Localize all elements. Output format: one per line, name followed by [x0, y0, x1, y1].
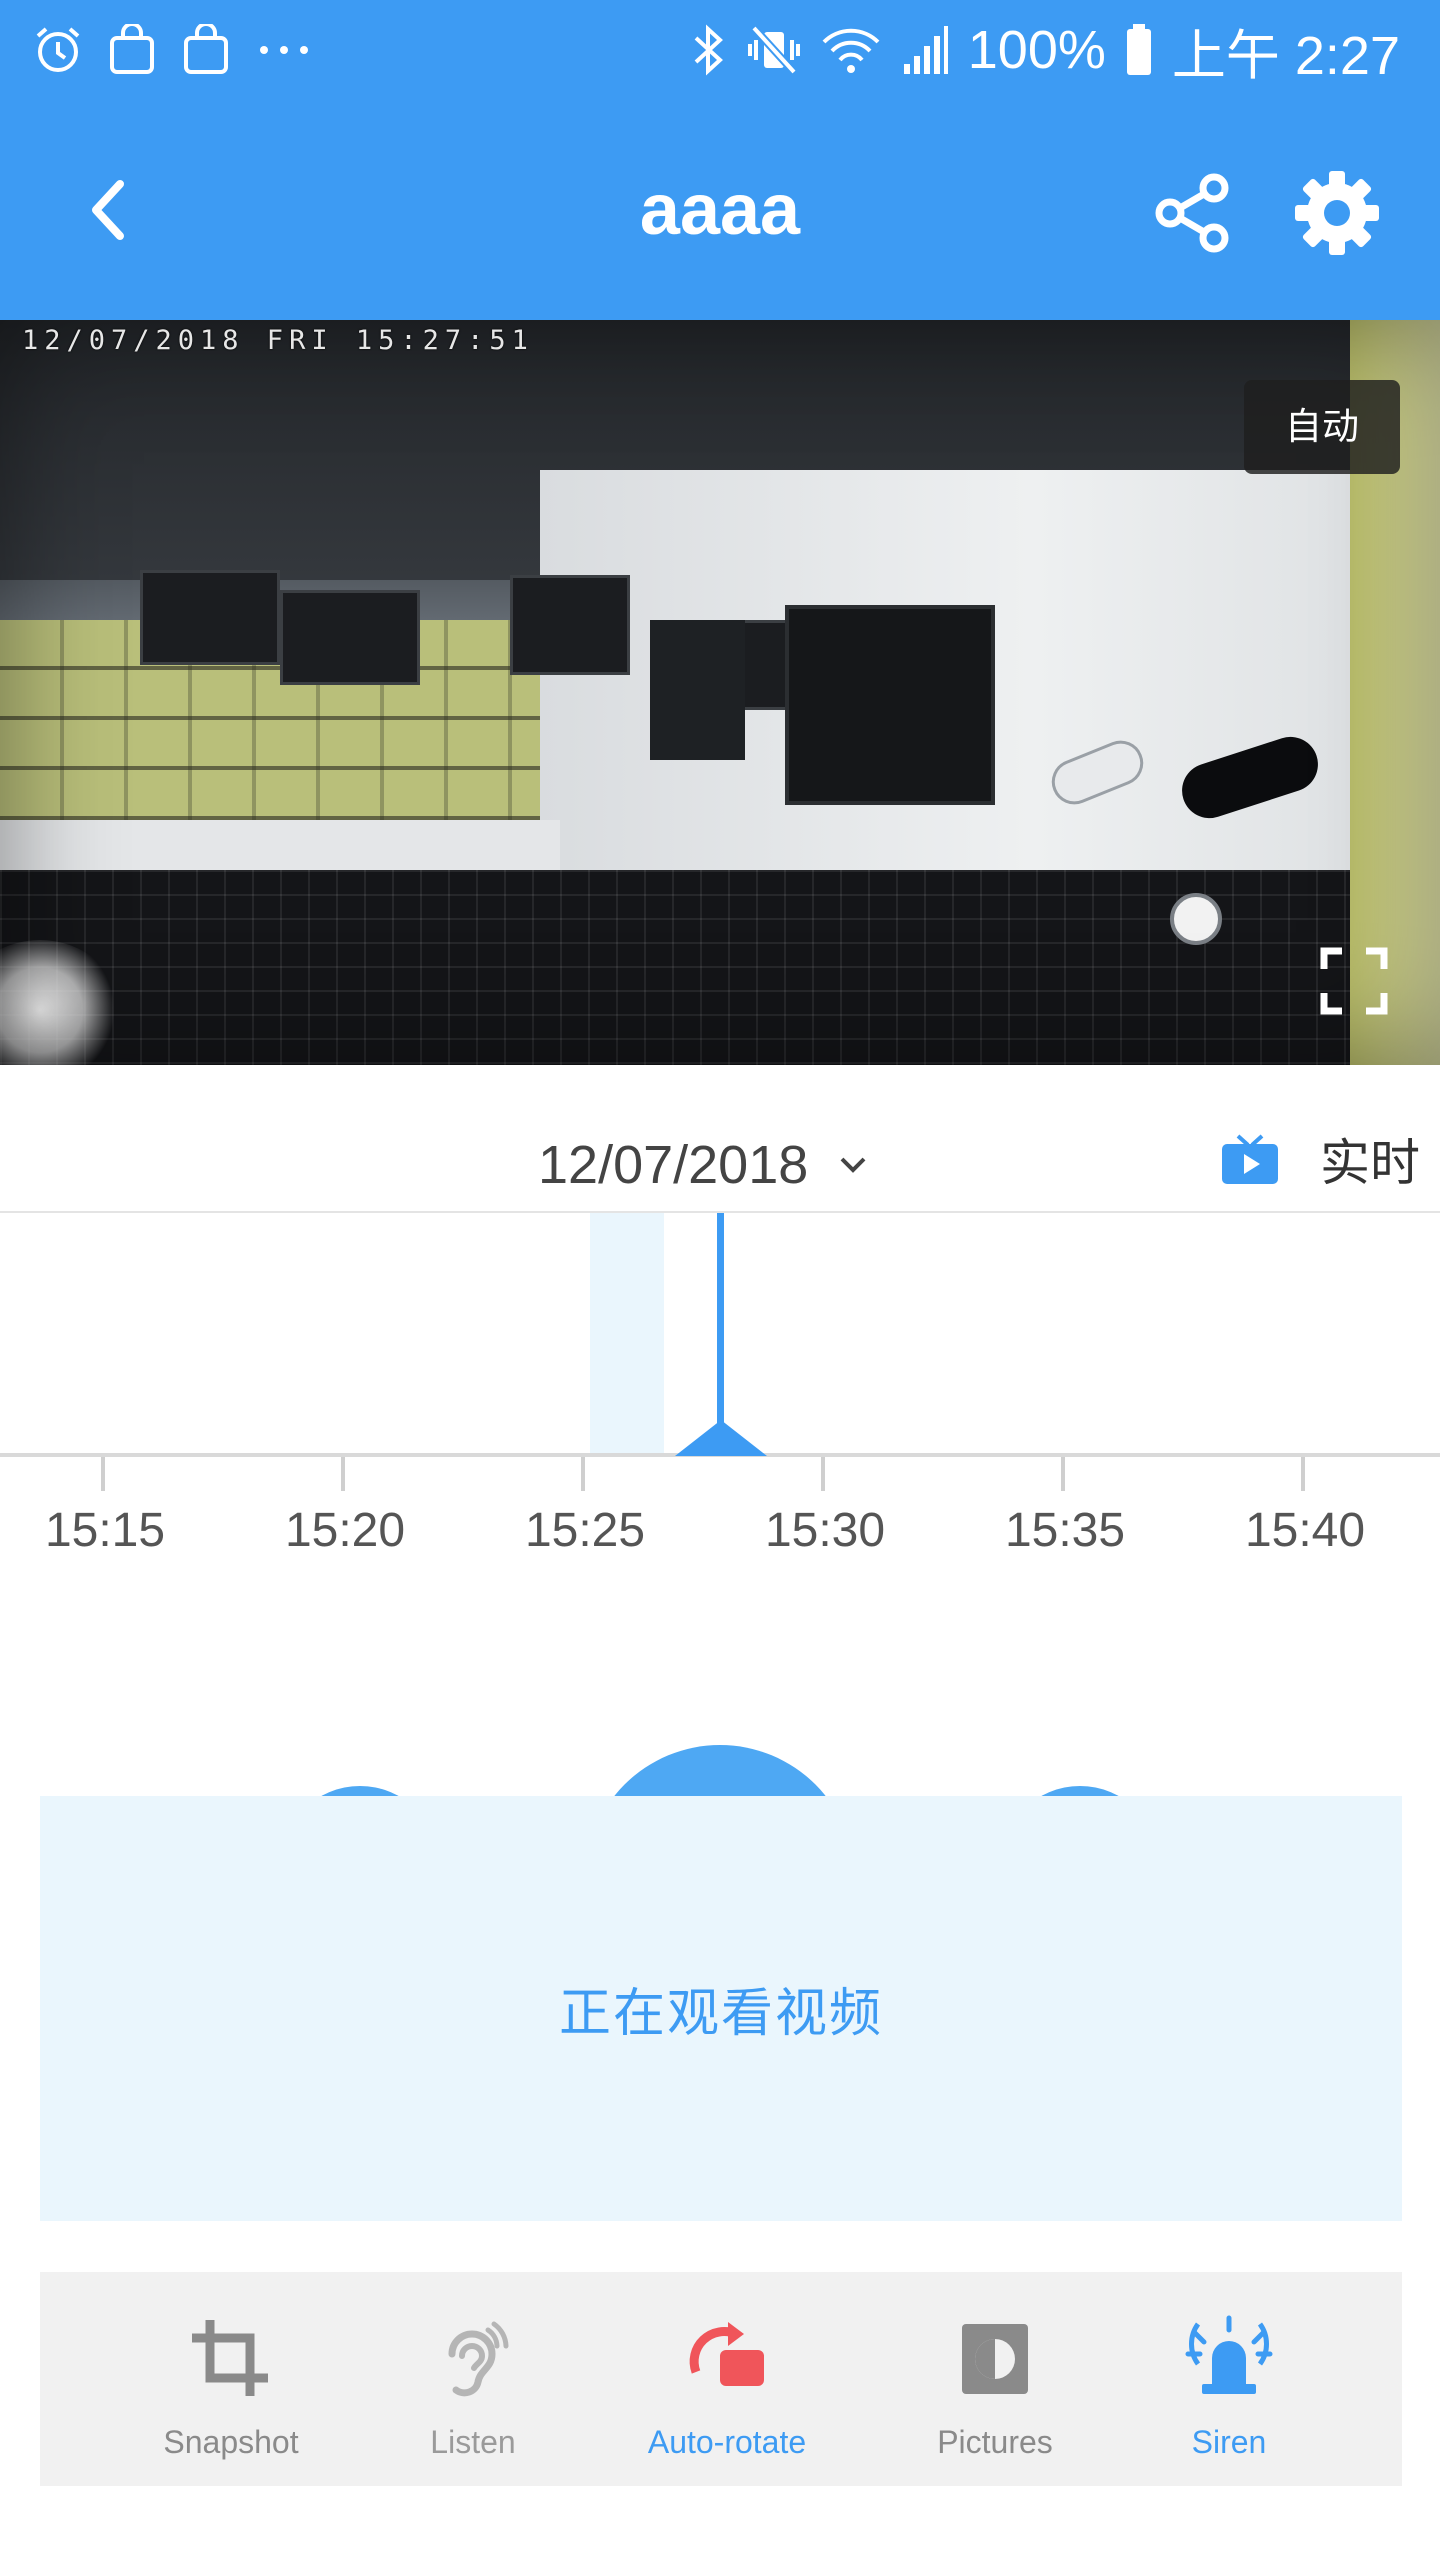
- app-bar: aaaa: [0, 100, 1440, 320]
- auto-rotate-label: Auto-rotate: [647, 2424, 807, 2460]
- shopping-bag-icon: [180, 24, 232, 76]
- gear-icon: [1295, 171, 1379, 255]
- quality-mode-button[interactable]: 自动: [1244, 380, 1400, 474]
- camera-scene-clock: [1170, 893, 1222, 945]
- camera-scene-tv-small: [650, 620, 745, 760]
- timeline-tick-label: 15:30: [764, 1504, 886, 1557]
- camera-timestamp-overlay: 12/07/2018 FRI 15:27:51: [22, 325, 534, 356]
- back-button[interactable]: [70, 170, 150, 250]
- battery-percent: 100%: [967, 20, 1106, 80]
- camera-scene-monitor: [280, 590, 420, 685]
- vibrate-mute-icon: [746, 22, 802, 78]
- battery-icon: [1124, 22, 1154, 78]
- status-right: 100% 上午 2:27: [688, 11, 1400, 90]
- timeline-tick: [821, 1457, 825, 1491]
- recording-segment[interactable]: [590, 1213, 664, 1453]
- camera-scene-tv: [785, 605, 995, 805]
- siren-icon: [1185, 2315, 1273, 2394]
- camera-video-view[interactable]: 12/07/2018 FRI 15:27:51 自动: [0, 320, 1440, 1065]
- clock-time: 上午 2:27: [1171, 25, 1400, 86]
- live-label: 实时: [1320, 1135, 1420, 1191]
- status-bar: 100% 上午 2:27: [0, 0, 1440, 100]
- timeline-tick: [101, 1457, 105, 1491]
- listen-label: Listen: [430, 2424, 516, 2460]
- crop-icon: [192, 2320, 268, 2396]
- watching-video-panel: 正在观看视频: [40, 1796, 1402, 2221]
- date-row: 12/07/2018 实时: [0, 1065, 1440, 1213]
- bluetooth-icon: [688, 22, 728, 78]
- snapshot-button[interactable]: Snapshot: [121, 2272, 341, 2486]
- alarm-icon: [32, 24, 84, 76]
- share-icon: [1155, 173, 1229, 253]
- timeline-tick: [581, 1457, 585, 1491]
- fullscreen-icon: [1320, 947, 1388, 1015]
- pictures-icon: [962, 2324, 1028, 2394]
- camera-scene-monitor: [510, 575, 630, 675]
- live-button[interactable]: 实时: [1220, 1119, 1420, 1199]
- signal-icon: [900, 22, 950, 78]
- timeline-tick: [341, 1457, 345, 1491]
- timeline-tick-label: 15:15: [44, 1504, 166, 1557]
- timeline-tick-label: 15:20: [284, 1504, 406, 1557]
- share-button[interactable]: [1148, 168, 1238, 258]
- camera-scene-floor: [0, 870, 1440, 1065]
- siren-button[interactable]: Siren: [1119, 2272, 1339, 2486]
- status-left: [32, 24, 314, 76]
- chevron-down-icon: [840, 1157, 866, 1173]
- camera-scene-low-wall: [0, 820, 560, 870]
- live-tv-icon: [1222, 1134, 1278, 1184]
- auto-rotate-button[interactable]: Auto-rotate: [617, 2272, 837, 2486]
- playback-timeline[interactable]: 15:15 15:20 15:25 15:30 15:35 15:40: [0, 1213, 1440, 1558]
- pictures-button[interactable]: Pictures: [885, 2272, 1105, 2486]
- selected-date: 12/07/2018: [538, 1135, 809, 1195]
- action-bar: Snapshot Listen Auto-rotate Pictures Sir…: [40, 2272, 1402, 2486]
- siren-label: Siren: [1191, 2424, 1267, 2460]
- settings-button[interactable]: [1292, 168, 1382, 258]
- wifi-icon: [820, 22, 882, 78]
- shopping-bag-icon: [106, 24, 158, 76]
- timeline-cursor-handle[interactable]: [675, 1420, 767, 1456]
- timeline-tick-label: 15:25: [524, 1504, 646, 1557]
- timeline-tick: [1061, 1457, 1065, 1491]
- timeline-cursor[interactable]: [717, 1213, 724, 1453]
- ear-icon: [448, 2321, 509, 2397]
- timeline-tick-label: 15:40: [1244, 1504, 1366, 1557]
- camera-scene-monitor: [140, 570, 280, 665]
- watching-video-text: 正在观看视频: [558, 1985, 883, 2043]
- fullscreen-button[interactable]: [1318, 945, 1390, 1017]
- rotate-icon: [689, 2322, 764, 2386]
- more-dots-icon: [254, 24, 314, 76]
- pictures-label: Pictures: [937, 2424, 1053, 2460]
- snapshot-label: Snapshot: [163, 2424, 299, 2460]
- back-icon: [92, 180, 124, 240]
- date-picker[interactable]: 12/07/2018: [538, 1125, 870, 1205]
- listen-button[interactable]: Listen: [363, 2272, 583, 2486]
- timeline-tick-label: 15:35: [1004, 1504, 1126, 1557]
- timeline-tick: [1301, 1457, 1305, 1491]
